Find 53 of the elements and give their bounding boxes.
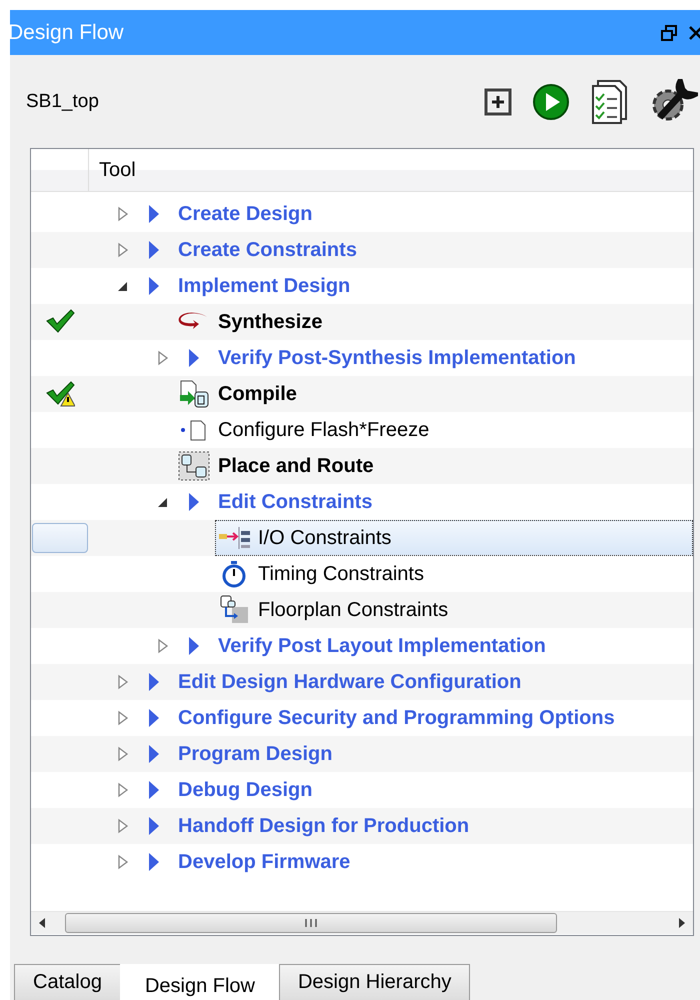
collapsed-arrow-icon[interactable] — [117, 206, 129, 222]
play-arrow-icon — [188, 492, 200, 512]
tree-item[interactable]: Configure Security and Programming Options — [135, 700, 693, 736]
collapsed-arrow-icon[interactable] — [117, 746, 129, 762]
expanded-arrow-icon[interactable] — [117, 280, 129, 292]
expanded-arrow-icon[interactable] — [157, 496, 169, 508]
expand-icon[interactable] — [484, 88, 512, 116]
restore-icon[interactable] — [660, 24, 678, 42]
project-name: SB1_top — [26, 90, 100, 112]
collapsed-arrow-icon[interactable] — [157, 638, 169, 654]
play-arrow-icon — [188, 348, 200, 368]
scrollbar-thumb[interactable] — [65, 913, 557, 933]
column-header[interactable]: Tool — [89, 149, 146, 191]
tree-item[interactable]: Verify Post Layout Implementation — [175, 628, 693, 664]
pin-list-icon — [217, 525, 251, 551]
play-arrow-icon — [148, 276, 160, 296]
play-arrow-icon — [148, 708, 160, 728]
collapsed-arrow-icon[interactable] — [117, 674, 129, 690]
play-arrow-icon — [188, 636, 200, 656]
window-title: Design Flow — [10, 20, 125, 44]
compile-icon — [178, 379, 210, 409]
run-icon[interactable] — [532, 82, 570, 120]
checklist-icon[interactable] — [590, 78, 630, 124]
collapsed-arrow-icon[interactable] — [117, 782, 129, 798]
tree-item[interactable]: Configure Flash*Freeze — [175, 412, 693, 448]
play-arrow-icon — [148, 780, 160, 800]
collapsed-arrow-icon[interactable] — [117, 242, 129, 258]
play-arrow-icon — [148, 240, 160, 260]
tree-item[interactable]: Create Design — [135, 196, 693, 232]
row-marker — [32, 523, 88, 553]
play-arrow-icon — [148, 204, 160, 224]
collapsed-arrow-icon[interactable] — [157, 350, 169, 366]
collapsed-arrow-icon[interactable] — [117, 818, 129, 834]
tab[interactable]: Design Flow — [120, 964, 280, 1000]
tab[interactable]: Catalog — [14, 964, 121, 1000]
stopwatch-icon — [220, 560, 248, 588]
tree-item[interactable]: Debug Design — [135, 772, 693, 808]
tree-item[interactable]: Timing Constraints — [215, 556, 693, 592]
close-icon[interactable] — [688, 24, 700, 42]
tree-item[interactable]: Develop Firmware — [135, 844, 693, 880]
play-arrow-icon — [148, 852, 160, 872]
play-arrow-icon — [148, 816, 160, 836]
tab[interactable]: Design Hierarchy — [278, 964, 470, 1000]
floorplan-icon — [218, 595, 250, 625]
collapsed-arrow-icon[interactable] — [117, 710, 129, 726]
tree-item[interactable]: Edit Constraints — [175, 484, 693, 520]
place-route-icon — [178, 451, 210, 481]
play-arrow-icon — [148, 672, 160, 692]
collapsed-arrow-icon[interactable] — [117, 854, 129, 870]
play-arrow-icon — [148, 744, 160, 764]
tree-item[interactable]: Implement Design — [135, 268, 693, 304]
tree-item[interactable]: Verify Post-Synthesis Implementation — [175, 340, 693, 376]
tree-item[interactable]: I/O Constraints — [215, 520, 693, 556]
